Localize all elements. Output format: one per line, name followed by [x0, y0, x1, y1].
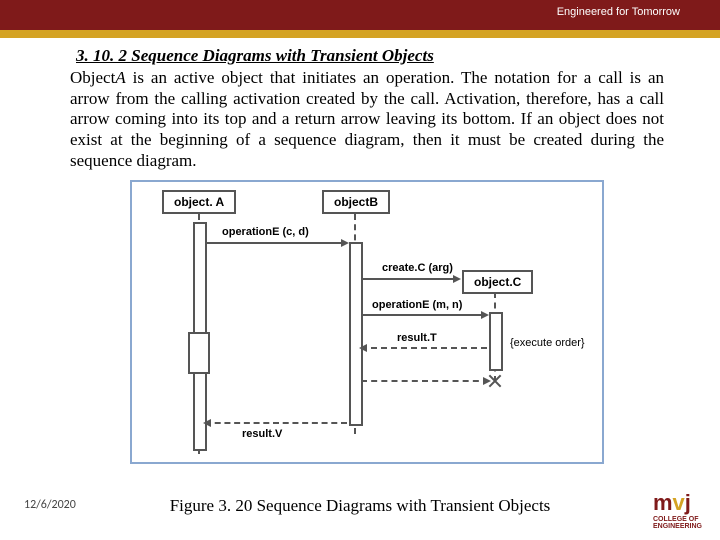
logo-v: v	[673, 490, 685, 515]
arrow-opE-cd	[205, 242, 347, 244]
object-c-box: object.C	[462, 270, 533, 294]
content-area: 3. 10. 2 Sequence Diagrams with Transien…	[0, 38, 720, 464]
arrow-destroy	[361, 380, 489, 382]
destroy-x-icon	[488, 374, 502, 388]
logo-line2: ENGINEERING	[653, 523, 702, 530]
logo-j: j	[685, 490, 691, 515]
sequence-diagram: object. A objectB object.C operationE (c…	[130, 180, 604, 464]
logo-m: m	[653, 490, 673, 515]
body-rest: is an active object that initiates an op…	[70, 68, 664, 170]
msg-resultV: result.V	[242, 428, 282, 440]
activation-b	[349, 242, 363, 426]
object-b-box: objectB	[322, 190, 390, 214]
header-band: Engineered for Tomorrow	[0, 0, 720, 30]
msg-resultT: result.T	[397, 332, 437, 344]
arrow-resultV	[205, 422, 347, 424]
body-prefix: Object	[70, 68, 115, 87]
msg-createC: create.C (arg)	[382, 262, 453, 274]
header-tagline: Engineered for Tomorrow	[557, 6, 680, 18]
note-execute-order: {execute order}	[510, 337, 585, 349]
section-title: 3. 10. 2 Sequence Diagrams with Transien…	[76, 46, 664, 66]
body-paragraph: ObjectA is an active object that initiat…	[70, 68, 664, 172]
figure-caption: Figure 3. 20 Sequence Diagrams with Tran…	[0, 496, 720, 516]
arrow-resultT	[361, 347, 487, 349]
msg-opE-cd: operationE (c, d)	[222, 226, 309, 238]
arrow-createC	[361, 278, 459, 280]
logo-line1: COLLEGE OF	[653, 516, 702, 523]
activation-a-nested	[188, 332, 210, 374]
activation-c	[489, 312, 503, 371]
arrow-opE-mn	[361, 314, 487, 316]
mvj-logo: mvj COLLEGE OF ENGINEERING	[653, 490, 702, 530]
object-a-box: object. A	[162, 190, 236, 214]
body-em: A	[115, 68, 125, 87]
header-accent-bar	[0, 30, 720, 38]
msg-opE-mn: operationE (m, n)	[372, 299, 462, 311]
